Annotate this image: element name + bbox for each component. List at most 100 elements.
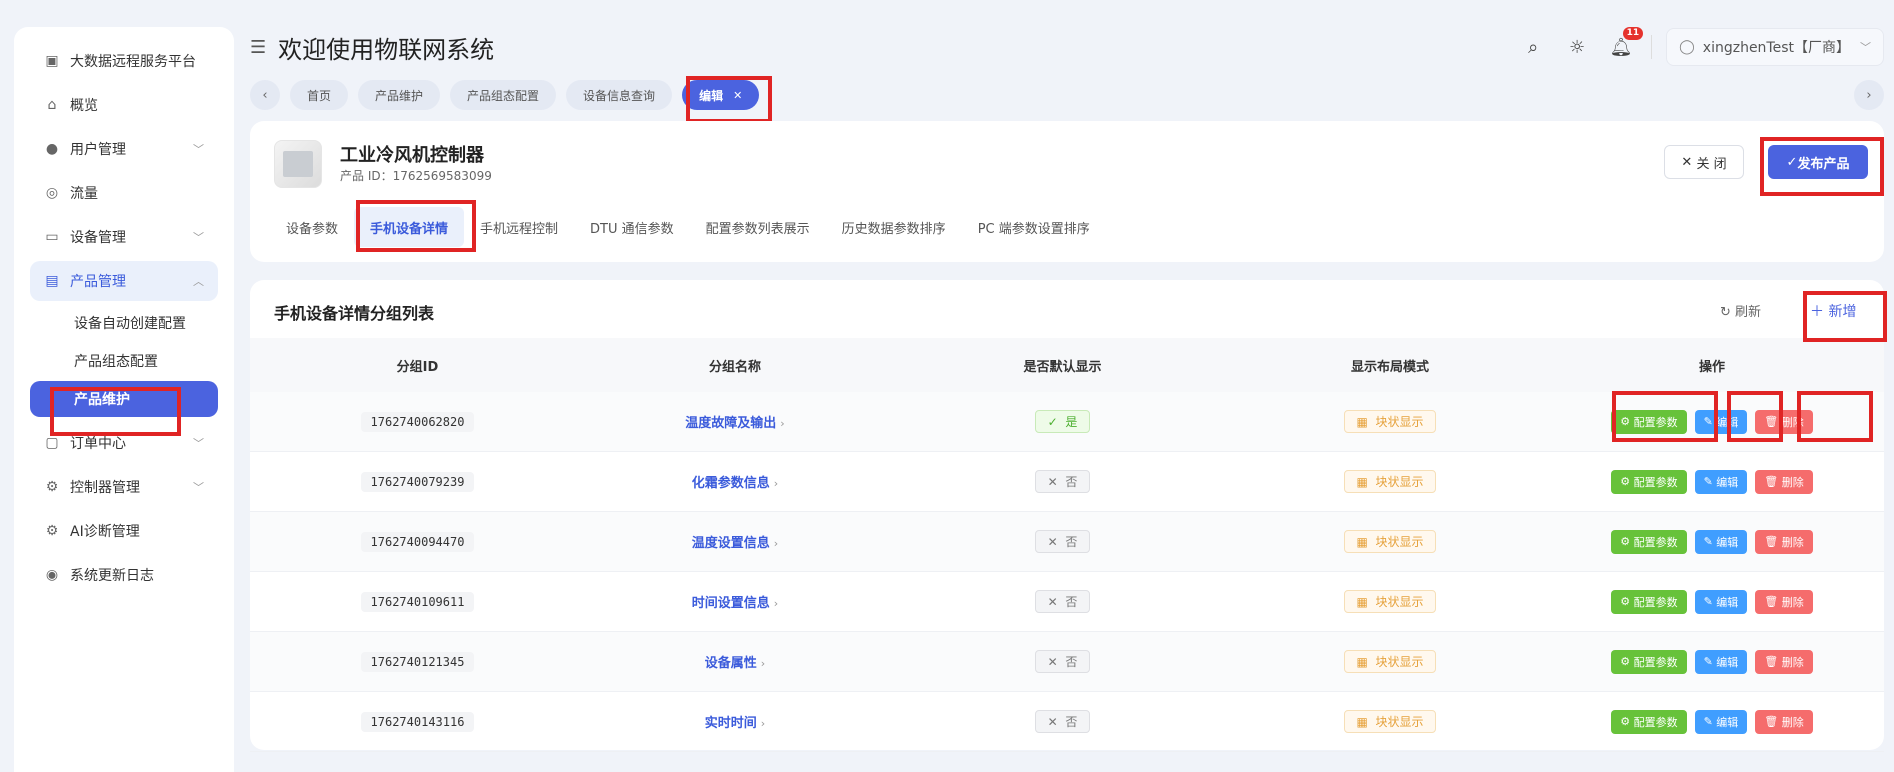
edit-button[interactable]: ✎ 编辑 <box>1694 469 1748 494</box>
check-icon: ✓ <box>1047 415 1066 429</box>
pencil-icon: ✎ <box>1703 595 1717 608</box>
sidebar-item-products[interactable]: ▤ 产品管理 ︿ <box>30 261 218 301</box>
col-header-layout: 显示布局模式 <box>1350 359 1429 375</box>
delete-button[interactable]: 🗑︎ 删除 <box>1755 469 1813 494</box>
sidebar-item-overview[interactable]: ⌂ 概览 <box>30 85 218 125</box>
product-name: 工业冷风机控制器 <box>340 145 484 166</box>
tab-edit-label: 编辑 <box>699 88 724 103</box>
chevron-down-icon: ﹀ <box>193 437 204 450</box>
sidebar-item-orders[interactable]: ▢ 订单中心 ﹀ <box>30 423 218 463</box>
theme-icon[interactable]: ☼ <box>1561 31 1593 63</box>
config-params-button[interactable]: ⚙ 配置参数 <box>1611 409 1687 434</box>
refresh-button[interactable]: ↻ 刷新 <box>1720 301 1761 320</box>
user-menu[interactable]: ◯ xingzhenTest【厂商】 ﹀ <box>1666 28 1884 66</box>
table-body: 1762740062820 温度故障及输出 › ✓ 是 ▦ 块状显示 ⚙ 配置参数 ✎ 编辑… <box>250 392 1884 752</box>
delete-button[interactable]: 🗑︎ 删除 <box>1755 649 1813 674</box>
tab-dtu-params[interactable]: DTU 通信参数 <box>574 207 690 247</box>
edit-button[interactable]: ✎ 编辑 <box>1694 409 1748 434</box>
group-name-link[interactable]: 温度故障及输出 › <box>685 416 784 431</box>
sidebar-subitem-config[interactable]: 产品组态配置 <box>30 343 218 379</box>
delete-button[interactable]: 🗑︎ 删除 <box>1755 709 1813 734</box>
pencil-icon: ✎ <box>1703 535 1717 548</box>
search-icon[interactable]: ⌕ <box>1517 31 1549 63</box>
tab-history-sort[interactable]: 历史数据参数排序 <box>826 207 962 247</box>
gear-icon: ⚙ <box>1620 535 1634 548</box>
add-button[interactable]: ＋ 新增 <box>1810 301 1856 321</box>
config-params-button[interactable]: ⚙ 配置参数 <box>1611 709 1687 734</box>
row-actions: ⚙ 配置参数 ✎ 编辑 🗑︎ 删除 <box>1540 589 1884 614</box>
menu-toggle-icon[interactable]: ☰ <box>250 37 266 58</box>
cross-icon: ✕ <box>1047 655 1066 669</box>
sidebar-subitem-product-maintain[interactable]: 产品维护 <box>30 381 218 417</box>
sidebar-item-label: 产品管理 <box>70 274 126 290</box>
tab-product-maintain[interactable]: 产品维护 <box>358 80 441 110</box>
tab-mobile-remote[interactable]: 手机远程控制 <box>464 207 574 247</box>
tabs-prev-icon[interactable]: ‹ <box>250 80 280 110</box>
refresh-icon: ↻ <box>1720 305 1736 320</box>
tab-product-config[interactable]: 产品组态配置 <box>450 80 557 110</box>
gear-icon: ⚙ <box>45 479 59 495</box>
publish-button[interactable]: ✓ 发布产品 <box>1768 145 1868 179</box>
group-name-link[interactable]: 时间设置信息 › <box>692 596 778 611</box>
sidebar-item-label: 设备管理 <box>70 230 126 246</box>
delete-button[interactable]: 🗑︎ 删除 <box>1755 529 1813 554</box>
edit-label: 编辑 <box>1716 715 1739 729</box>
cross-icon: ✕ <box>1047 595 1066 609</box>
bell-icon[interactable]: 🔔︎ 11 <box>1605 27 1644 63</box>
sidebar-item-controllers[interactable]: ⚙ 控制器管理 ﹀ <box>30 467 218 507</box>
group-name-link[interactable]: 化霜参数信息 › <box>692 476 778 491</box>
chevron-down-icon: ﹀ <box>193 143 204 156</box>
grid-icon: ▦ <box>1356 715 1376 729</box>
group-name: 设备属性 <box>704 656 757 671</box>
gear-icon: ⚙ <box>1620 655 1634 668</box>
config-label: 配置参数 <box>1633 415 1678 429</box>
pencil-icon: ✎ <box>1703 715 1717 728</box>
table-header: 分组ID 分组名称 是否默认显示 显示布局模式 操作 <box>250 338 1884 392</box>
group-name-link[interactable]: 实时时间 › <box>705 716 765 731</box>
notification-badge: 11 <box>1622 27 1644 40</box>
sidebar-item-platform[interactable]: ▣ 大数据远程服务平台 <box>30 41 218 81</box>
config-params-button[interactable]: ⚙ 配置参数 <box>1611 649 1687 674</box>
tab-device-query[interactable]: 设备信息查询 <box>566 80 673 110</box>
tab-edit[interactable]: 编辑 ✕ <box>682 80 760 110</box>
edit-button[interactable]: ✎ 编辑 <box>1694 589 1748 614</box>
config-params-button[interactable]: ⚙ 配置参数 <box>1611 469 1687 494</box>
trash-icon: 🗑︎ <box>1764 655 1782 668</box>
config-params-button[interactable]: ⚙ 配置参数 <box>1611 529 1687 554</box>
page-tabs: ‹ 首页 产品维护 产品组态配置 设备信息查询 编辑 ✕ › <box>250 80 1884 110</box>
close-button[interactable]: ✕ 关 闭 <box>1664 145 1744 179</box>
config-params-button[interactable]: ⚙ 配置参数 <box>1611 589 1687 614</box>
tab-config-list[interactable]: 配置参数列表展示 <box>690 207 826 247</box>
grid-icon: ▦ <box>1356 655 1376 669</box>
row-actions: ⚙ 配置参数 ✎ 编辑 🗑︎ 删除 <box>1540 649 1884 674</box>
delete-label: 删除 <box>1781 415 1804 429</box>
sidebar-item-traffic[interactable]: ◎ 流量 <box>30 173 218 213</box>
group-name-link[interactable]: 温度设置信息 › <box>692 536 778 551</box>
col-header-ops: 操作 <box>1698 359 1725 375</box>
edit-button[interactable]: ✎ 编辑 <box>1694 649 1748 674</box>
group-name-link[interactable]: 设备属性 › <box>705 656 765 671</box>
group-table: 分组ID 分组名称 是否默认显示 显示布局模式 操作 1762740062820… <box>250 338 1884 752</box>
sidebar-item-users[interactable]: ● 用户管理 ﹀ <box>30 129 218 169</box>
sidebar-item-devices[interactable]: ▭ 设备管理 ﹀ <box>30 217 218 257</box>
chevron-up-icon: ︿ <box>193 275 204 288</box>
edit-label: 编辑 <box>1716 535 1739 549</box>
sidebar-item-label: 系统更新日志 <box>70 568 154 584</box>
tab-mobile-detail[interactable]: 手机设备详情 <box>354 207 465 247</box>
tabs-next-icon[interactable]: › <box>1854 80 1884 110</box>
delete-button[interactable]: 🗑︎ 删除 <box>1755 589 1813 614</box>
edit-button[interactable]: ✎ 编辑 <box>1694 529 1748 554</box>
group-id: 1762740143116 <box>360 711 475 732</box>
sidebar-subitem-auto-create[interactable]: 设备自动创建配置 <box>30 305 218 341</box>
user-name: xingzhenTest【厂商】 <box>1702 40 1850 56</box>
sidebar-item-ai[interactable]: ⚙ AI诊断管理 <box>30 511 218 551</box>
delete-button[interactable]: 🗑︎ 删除 <box>1755 409 1813 434</box>
tab-home[interactable]: 首页 <box>290 80 349 110</box>
sidebar-item-changelog[interactable]: ◉ 系统更新日志 <box>30 555 218 595</box>
tab-pc-sort[interactable]: PC 端参数设置排序 <box>962 207 1106 247</box>
tab-device-params[interactable]: 设备参数 <box>270 207 354 247</box>
close-icon[interactable]: ✕ <box>733 89 742 102</box>
layout-tag: ▦ 块状显示 <box>1343 650 1437 673</box>
edit-button[interactable]: ✎ 编辑 <box>1694 709 1748 734</box>
chevron-right-icon: › <box>760 717 766 730</box>
